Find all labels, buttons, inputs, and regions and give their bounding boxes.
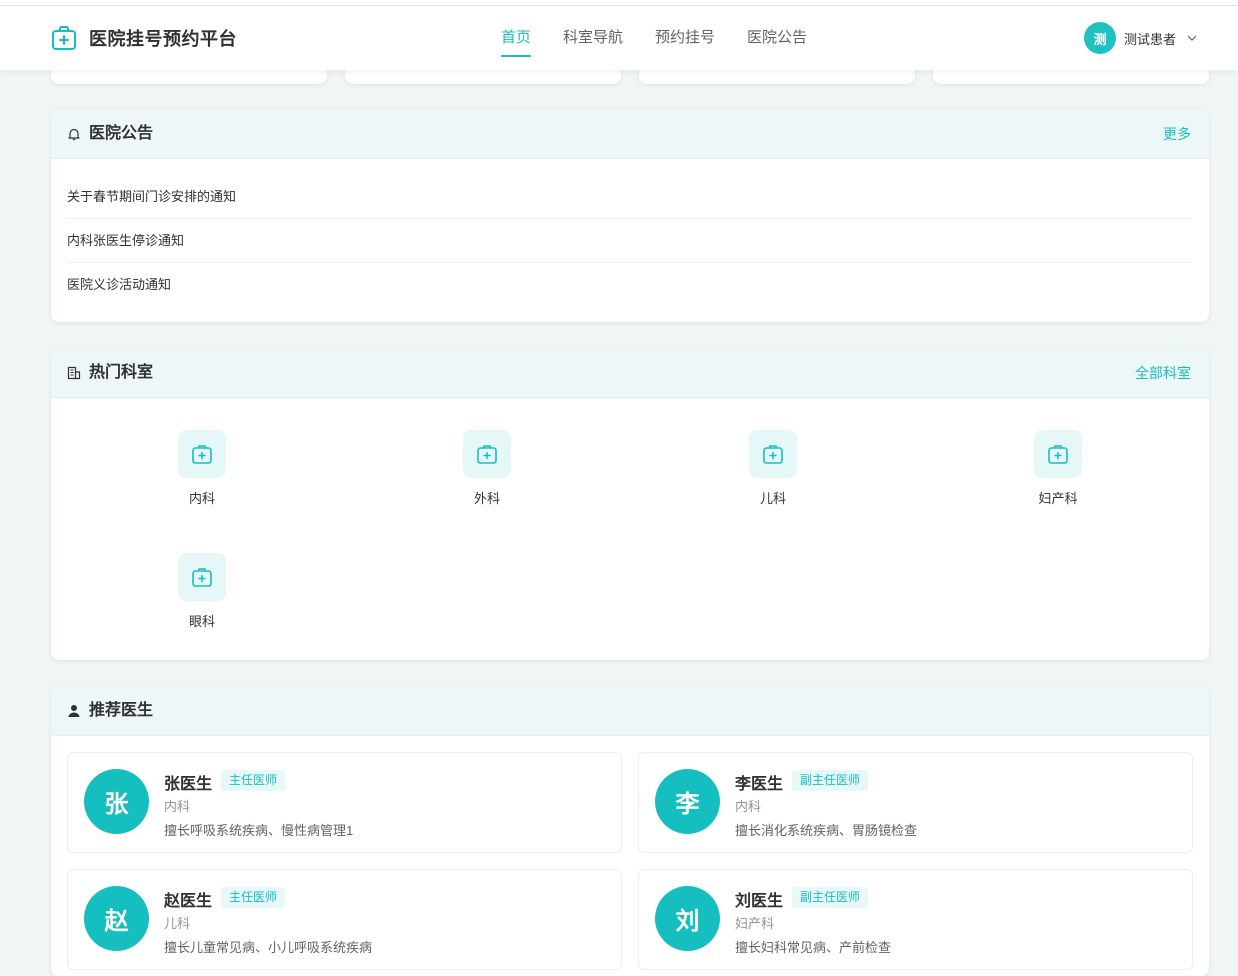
department-item-surgery[interactable]: 外科 [447,430,527,507]
notice-list: 关于春节期间门诊安排的通知 内科张医生停诊通知 医院义诊活动通知 [51,159,1209,307]
main-nav: 首页 科室导航 预约挂号 医院公告 [501,6,839,70]
department-item-obstetrics[interactable]: 妇产科 [1018,430,1098,507]
medical-kit-icon [52,26,76,50]
doctor-item-zhao[interactable]: 赵 赵医生 主任医师 儿科 擅长儿童常见病、小儿呼吸系统疾病 [67,869,622,970]
list-item[interactable]: 内科张医生停诊通知 [67,219,1192,263]
avatar: 李 [655,769,720,834]
department-card: 热门科室 全部科室 内科 外科 儿科 妇产科 眼科 [51,348,1209,660]
avatar: 刘 [655,886,720,951]
notice-card-header: 医院公告 更多 [51,109,1209,159]
bell-icon [68,128,80,141]
nav-home[interactable]: 首页 [501,6,532,70]
user-menu[interactable]: 测 测试患者 [1084,22,1198,54]
user-icon [68,705,80,717]
medical-kit-icon [463,430,511,478]
department-name: 外科 [473,491,500,506]
avatar: 赵 [84,886,149,951]
avatar: 张 [84,769,149,834]
department-card-header: 热门科室 全部科室 [51,348,1209,398]
department-card-title: 热门科室 [67,348,153,398]
all-departments-link[interactable]: 全部科室 [1135,348,1191,398]
notices-more-link[interactable]: 更多 [1163,109,1191,159]
department-name: 儿科 [759,491,786,506]
department-item-internal[interactable]: 内科 [162,430,242,507]
list-item[interactable]: 关于春节期间门诊安排的通知 [67,175,1192,219]
doctor-department: 内科 [735,799,762,814]
nav-departments[interactable]: 科室导航 [563,6,623,70]
department-item-pediatrics[interactable]: 儿科 [733,430,813,507]
doctor-title-badge: 副主任医师 [792,770,869,791]
notice-card-title: 医院公告 [67,109,153,159]
doctor-name: 赵医生 [164,893,213,910]
top-header: 医院挂号预约平台 首页 科室导航 预约挂号 医院公告 测 测试患者 [0,6,1238,70]
doctor-item-li[interactable]: 李 李医生 副主任医师 内科 擅长消化系统疾病、胃肠镜检查 [638,752,1193,853]
doctor-item-zhang[interactable]: 张 张医生 主任医师 内科 擅长呼吸系统疾病、慢性病管理1 [67,752,622,853]
department-name: 眼科 [188,614,215,629]
nav-notices[interactable]: 医院公告 [747,6,807,70]
site-title: 医院挂号预约平台 [89,29,237,49]
doctor-department: 妇产科 [735,916,775,931]
medical-kit-icon [178,430,226,478]
doctor-title-text: 推荐医生 [89,702,154,719]
department-name: 内科 [188,491,215,506]
department-name: 妇产科 [1038,491,1078,506]
doctor-specialty: 擅长儿童常见病、小儿呼吸系统疾病 [164,940,373,955]
medical-kit-icon [1034,430,1082,478]
doctor-specialty: 擅长妇科常见病、产前检查 [735,940,892,955]
doctor-item-liu[interactable]: 刘 刘医生 副主任医师 妇产科 擅长妇科常见病、产前检查 [638,869,1193,970]
doctor-specialty: 擅长消化系统疾病、胃肠镜检查 [735,823,918,838]
notice-card: 医院公告 更多 关于春节期间门诊安排的通知 内科张医生停诊通知 医院义诊活动通知 [51,109,1209,322]
doctor-specialty: 擅长呼吸系统疾病、慢性病管理1 [164,823,354,838]
user-name: 测试患者 [1124,31,1177,47]
building-icon [67,366,81,380]
doctor-title-badge: 主任医师 [221,770,286,791]
nav-appointment[interactable]: 预约挂号 [655,6,715,70]
doctor-title-badge: 副主任医师 [792,887,869,908]
doctor-department: 内科 [164,799,191,814]
site-logo[interactable]: 医院挂号预约平台 [51,25,237,51]
doctor-department: 儿科 [164,916,191,931]
medical-kit-icon [178,553,226,601]
doctor-title-badge: 主任医师 [221,887,286,908]
doctor-name: 李医生 [735,776,784,793]
department-item-ophthalmology[interactable]: 眼科 [162,553,242,630]
list-item[interactable]: 医院义诊活动通知 [67,263,1192,307]
doctor-name: 刘医生 [735,893,784,910]
doctor-name: 张医生 [164,776,213,793]
medical-kit-icon [749,430,797,478]
chevron-down-icon [1187,35,1197,41]
notice-title-text: 医院公告 [89,125,154,142]
doctor-card: 推荐医生 张 张医生 主任医师 内科 擅长呼吸系统疾病、慢性病管理1 李 李医生… [51,686,1209,976]
doctor-card-title: 推荐医生 [67,686,153,736]
doctor-card-header: 推荐医生 [51,686,1209,736]
department-title-text: 热门科室 [89,364,154,381]
avatar: 测 [1084,22,1116,54]
